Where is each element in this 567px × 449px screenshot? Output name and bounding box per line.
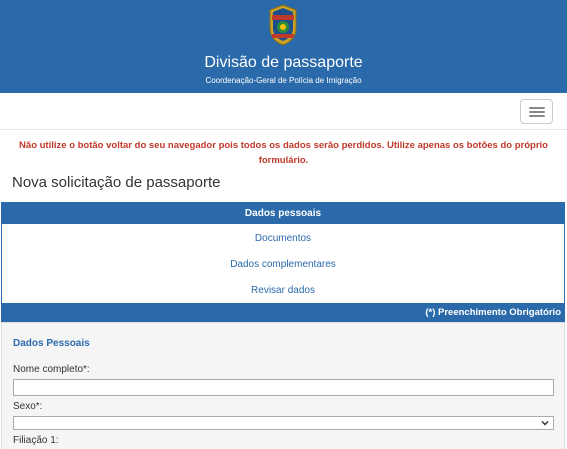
step-documentos[interactable]: Documentos — [2, 233, 564, 244]
filiation-1-label: Filiação 1: — [13, 435, 59, 446]
division-subtitle: Coordenação-Geral de Polícia de Imigraçã… — [205, 76, 362, 85]
section-title: Dados Pessoais — [13, 338, 90, 349]
hamburger-menu-icon-line — [529, 111, 545, 113]
sex-label: Sexo*: — [13, 401, 43, 412]
required-fields-note: (*) Preenchimento Obrigatório — [1, 304, 565, 322]
navbar — [0, 93, 567, 130]
step-revisar-dados[interactable]: Revisar dados — [2, 285, 564, 296]
hamburger-menu-icon-line — [529, 115, 545, 117]
chevron-down-icon — [541, 420, 549, 426]
site-header: Divisão de passaporte Coordenação-Geral … — [0, 0, 567, 93]
full-name-input[interactable] — [13, 379, 554, 396]
hamburger-menu-icon — [529, 107, 545, 109]
hamburger-menu-button[interactable] — [520, 99, 553, 124]
policia-federal-badge-icon — [269, 4, 297, 46]
division-title: Divisão de passaporte — [204, 54, 363, 71]
personal-data-form: Dados Pessoais Nome completo*: Sexo*: Fi… — [1, 322, 565, 449]
form-steps: Dados pessoais Documentos Dados compleme… — [1, 202, 565, 304]
back-button-warning: Não utilize o botão voltar do seu navega… — [19, 140, 548, 166]
step-dados-pessoais[interactable]: Dados pessoais — [2, 203, 564, 224]
page-title: Nova solicitação de passaporte — [12, 174, 221, 191]
step-dados-complementares[interactable]: Dados complementares — [2, 259, 564, 270]
full-name-label: Nome completo*: — [13, 364, 90, 375]
sex-select[interactable] — [13, 416, 554, 430]
